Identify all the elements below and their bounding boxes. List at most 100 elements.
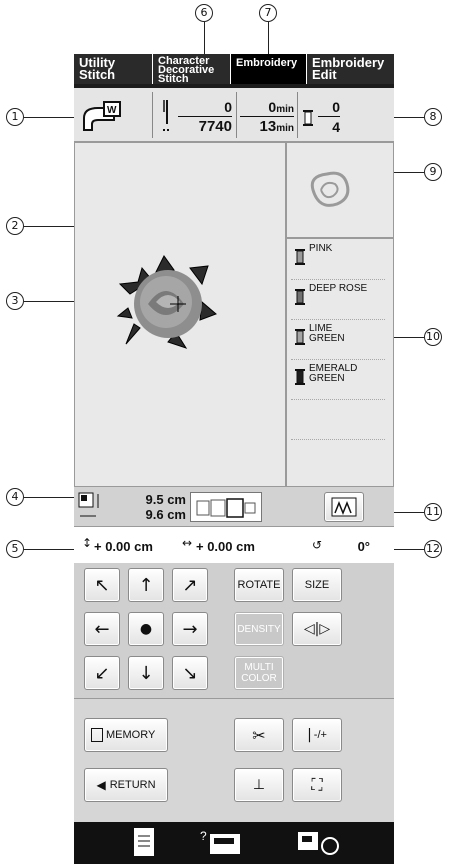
spool-icon	[302, 110, 314, 126]
tab-character-decorative-stitch[interactable]: Character Decorative Stitch	[153, 54, 231, 85]
return-arrow-icon: ◀	[96, 778, 106, 792]
arrow-down-icon: ↓	[138, 662, 154, 684]
move-up-left-button[interactable]: ↖	[84, 568, 120, 602]
stitch-sim-button[interactable]	[324, 492, 364, 522]
callout-6: 6	[195, 4, 213, 22]
callout-11: 11	[424, 503, 442, 521]
pattern-height: 9.5 cm	[145, 492, 186, 507]
help-machine-icon[interactable]: ?	[200, 828, 244, 858]
move-down-button[interactable]: ↓	[128, 656, 164, 690]
arrow-down-right-icon: ↘	[182, 662, 198, 684]
time-current: 0min	[268, 99, 294, 115]
color-name: EMERALD GREEN	[309, 363, 358, 384]
fraction-line	[178, 116, 232, 117]
vertical-offset: + 0.00 cm	[94, 539, 153, 554]
arrow-right-icon: →	[182, 618, 198, 640]
spool-icon	[294, 369, 306, 385]
tab-utility-stitch[interactable]: Utility Stitch	[74, 54, 153, 84]
callout-1: 1	[6, 108, 24, 126]
callout-3: 3	[6, 292, 24, 310]
trim-button[interactable]: ✂	[234, 718, 284, 752]
arrow-up-right-icon: ↗	[182, 574, 198, 596]
svg-text:?: ?	[200, 829, 207, 843]
color-list-frame: PINK DEEP ROSE LIME GREEN EMERALD GREEN	[287, 240, 391, 487]
needle-icon: |	[307, 727, 312, 743]
move-down-right-button[interactable]: ↘	[172, 656, 208, 690]
horizontal-offset: + 0.00 cm	[196, 539, 255, 554]
callout-4: 4	[6, 488, 24, 506]
color-slot-empty	[291, 400, 385, 440]
spool-icon	[294, 249, 306, 265]
move-right-button[interactable]: →	[172, 612, 208, 646]
move-up-right-button[interactable]: ↗	[172, 568, 208, 602]
color-item-pink[interactable]: PINK	[291, 240, 385, 280]
arrow-up-left-icon: ↖	[94, 574, 110, 596]
settings-machine-icon[interactable]	[298, 828, 342, 858]
tab-embroidery[interactable]: Embroidery	[231, 54, 307, 84]
color-current: 0	[332, 99, 340, 115]
needle-count-icon	[160, 98, 174, 134]
color-item-deep-rose[interactable]: DEEP ROSE	[291, 280, 385, 320]
frame-trace-icon: ⛶	[311, 775, 323, 794]
rotation-icon: ↺	[312, 538, 323, 552]
leader-12	[394, 549, 424, 550]
bottom-panel	[74, 698, 394, 822]
move-left-button[interactable]: ←	[84, 612, 120, 646]
spool-icon	[294, 329, 306, 345]
color-item-lime-green[interactable]: LIME GREEN	[291, 320, 385, 360]
color-item-emerald-green[interactable]: EMERALD GREEN	[291, 360, 385, 400]
tab-embroidery-edit[interactable]: Embroidery Edit	[307, 54, 394, 84]
embroidery-foot-icon: W	[80, 98, 124, 134]
divider	[297, 92, 298, 138]
leader-5	[24, 549, 78, 550]
multi-color-button[interactable]: MULTI COLOR	[234, 656, 284, 690]
callout-2: 2	[6, 217, 24, 235]
divider	[152, 92, 153, 138]
hoop-size-indicator	[190, 492, 262, 522]
thread-tension-button[interactable]: ⊥	[234, 768, 284, 802]
svg-text:W: W	[107, 105, 117, 116]
time-total: 13min	[259, 118, 294, 135]
needle-adjust-button[interactable]: | -/+	[292, 718, 342, 752]
leader-10	[391, 337, 424, 338]
leader-4	[24, 497, 76, 498]
move-down-left-button[interactable]: ↙	[84, 656, 120, 690]
rose-preview-icon	[307, 170, 351, 210]
pattern-rose	[116, 254, 218, 352]
callout-9: 9	[424, 163, 442, 181]
memory-button[interactable]: MEMORY	[84, 718, 168, 752]
mirror-button[interactable]: ◁|▷	[292, 612, 342, 646]
callout-7: 7	[259, 4, 277, 22]
manual-icon[interactable]	[134, 828, 154, 856]
horizontal-arrow-icon: ↔	[182, 536, 193, 550]
trial-button[interactable]: ⛶	[292, 768, 342, 802]
divider	[236, 92, 237, 138]
fraction-line	[318, 116, 340, 117]
color-name: PINK	[309, 243, 333, 254]
callout-10: 10	[424, 328, 442, 346]
arrow-left-icon: ←	[94, 618, 110, 640]
density-button[interactable]: DENSITY	[234, 612, 284, 646]
leader-8	[390, 117, 424, 118]
center-button[interactable]: ●	[128, 612, 164, 646]
stitch-total: 7740	[198, 118, 232, 135]
arrow-down-left-icon: ↙	[94, 662, 110, 684]
color-slot-empty	[291, 440, 385, 480]
move-up-button[interactable]: ↑	[128, 568, 164, 602]
memory-icon	[91, 728, 103, 742]
color-total: 4	[332, 119, 340, 135]
color-name: DEEP ROSE	[309, 283, 368, 294]
size-button[interactable]: SIZE	[292, 568, 342, 602]
arrow-up-icon: ↑	[138, 574, 154, 596]
color-name: LIME GREEN	[309, 323, 345, 344]
needle-bar-icon: ⊥	[252, 777, 266, 793]
vertical-arrow-icon: ↕	[82, 536, 93, 550]
callout-12: 12	[424, 540, 442, 558]
pattern-width: 9.6 cm	[145, 507, 186, 522]
callout-5: 5	[6, 540, 24, 558]
scissors-icon: ✂	[252, 725, 266, 745]
return-button[interactable]: ◀ RETURN	[84, 768, 168, 802]
rotation-angle: 0°	[357, 539, 370, 554]
stitch-current: 0	[224, 99, 232, 115]
rotate-button[interactable]: ROTATE	[234, 568, 284, 602]
